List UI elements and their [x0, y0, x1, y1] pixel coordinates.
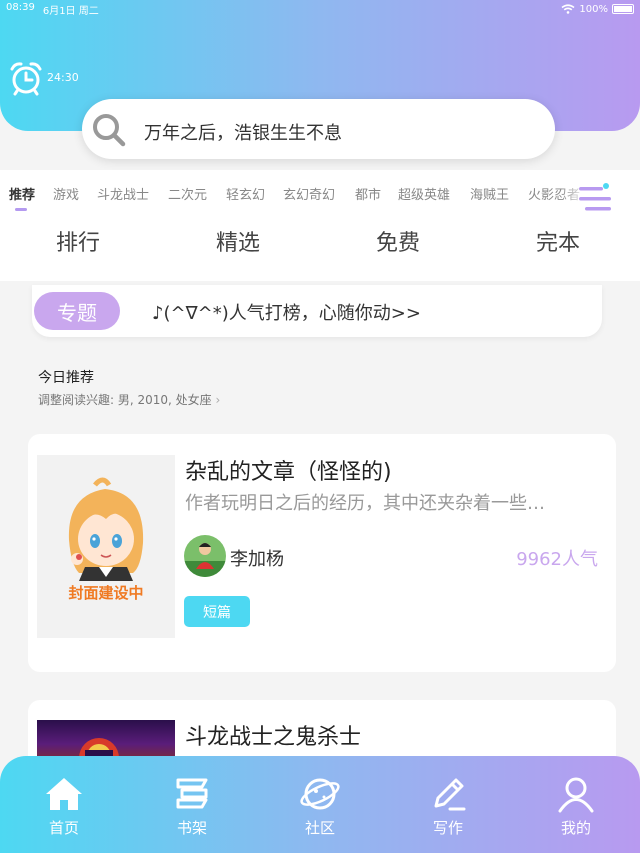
- book-description: 作者玩明日之后的经历，其中还夹杂着一些…: [185, 493, 545, 514]
- search-bar[interactable]: 万年之后，浩银生生不息: [82, 99, 555, 159]
- tab-profile[interactable]: 我的: [512, 756, 640, 853]
- reading-interest-text: 调整阅读兴趣: 男, 2010, 处女座: [38, 393, 212, 407]
- genre-tag[interactable]: 短篇: [184, 596, 250, 627]
- quick-link-ranking[interactable]: 排行: [56, 225, 100, 257]
- tab-urban[interactable]: 都市: [355, 184, 381, 203]
- quick-link-completed[interactable]: 完本: [536, 225, 580, 257]
- tab-one-piece[interactable]: 海贼王: [470, 184, 509, 203]
- book-title[interactable]: 斗龙战士之鬼杀士: [185, 719, 361, 751]
- section-title: 今日推荐: [38, 370, 94, 386]
- tab-superhero[interactable]: 超级英雄: [398, 184, 450, 203]
- tab-home[interactable]: 首页: [0, 756, 128, 853]
- category-menu-icon[interactable]: [577, 181, 611, 215]
- bottom-tab-bar: 首页 书架 社区 写作 我的: [0, 756, 640, 853]
- home-icon: [46, 778, 82, 810]
- tab-community[interactable]: 社区: [256, 756, 384, 853]
- active-tab-indicator: [15, 208, 27, 211]
- tab-fantasy[interactable]: 玄幻奇幻: [283, 184, 335, 203]
- cover-placeholder-label: 封面建设中: [68, 584, 144, 602]
- wifi-icon: [561, 4, 575, 14]
- chevron-right-icon: ›: [215, 393, 221, 407]
- battery-percent: 100%: [579, 3, 608, 15]
- topic-badge: 专题: [34, 292, 120, 330]
- tab-label: 我的: [560, 819, 591, 837]
- tab-recommend[interactable]: 推荐: [9, 184, 35, 203]
- tab-acg[interactable]: 二次元: [168, 184, 207, 203]
- tab-bookshelf[interactable]: 书架: [128, 756, 256, 853]
- tab-label: 首页: [48, 819, 79, 837]
- search-placeholder: 万年之后，浩银生生不息: [144, 123, 342, 144]
- alarm-clock-icon[interactable]: [8, 60, 44, 96]
- bookshelf-icon: [176, 778, 208, 809]
- reading-interest-link[interactable]: 调整阅读兴趣: 男, 2010, 处女座 ›: [38, 391, 220, 408]
- pen-icon: [434, 778, 466, 811]
- tab-light-fantasy[interactable]: 轻玄幻: [226, 184, 265, 203]
- dragon-cover-art: [79, 738, 119, 760]
- tab-games[interactable]: 游戏: [53, 184, 79, 203]
- battery-icon: [612, 4, 634, 14]
- category-tabs: 推荐 游戏 斗龙战士 二次元 轻玄幻 玄幻奇幻 都市 超级英雄 海贼王 火影忍者: [0, 170, 640, 215]
- planet-icon: [300, 778, 340, 810]
- book-cover[interactable]: [37, 720, 175, 760]
- tab-label: 书架: [176, 819, 207, 837]
- status-date: 6月1日 周二: [42, 5, 99, 17]
- book-cover[interactable]: 封面建设中: [37, 455, 175, 638]
- search-icon: [93, 114, 126, 147]
- tab-label: 社区: [304, 819, 335, 837]
- tab-write[interactable]: 写作: [384, 756, 512, 853]
- tab-dragon-warrior[interactable]: 斗龙战士: [97, 184, 149, 203]
- anime-girl-placeholder-icon: [68, 477, 144, 581]
- quick-link-free[interactable]: 免费: [376, 225, 420, 257]
- author-name[interactable]: 李加杨: [230, 545, 284, 571]
- book-title[interactable]: 杂乱的文章（怪怪的): [185, 454, 392, 486]
- status-time: 08:39: [6, 1, 35, 13]
- popularity-count: 9962人气: [516, 549, 598, 570]
- topic-text[interactable]: ♪(^∇^*)人气打榜，心随你动>>: [152, 299, 421, 325]
- quick-link-featured[interactable]: 精选: [216, 225, 260, 257]
- status-bar: 08:39 6月1日 周二 100%: [0, 0, 640, 18]
- author-avatar[interactable]: [184, 535, 226, 577]
- tab-label: 写作: [432, 819, 463, 837]
- alarm-time: 24:30: [47, 71, 79, 84]
- profile-icon: [558, 777, 594, 813]
